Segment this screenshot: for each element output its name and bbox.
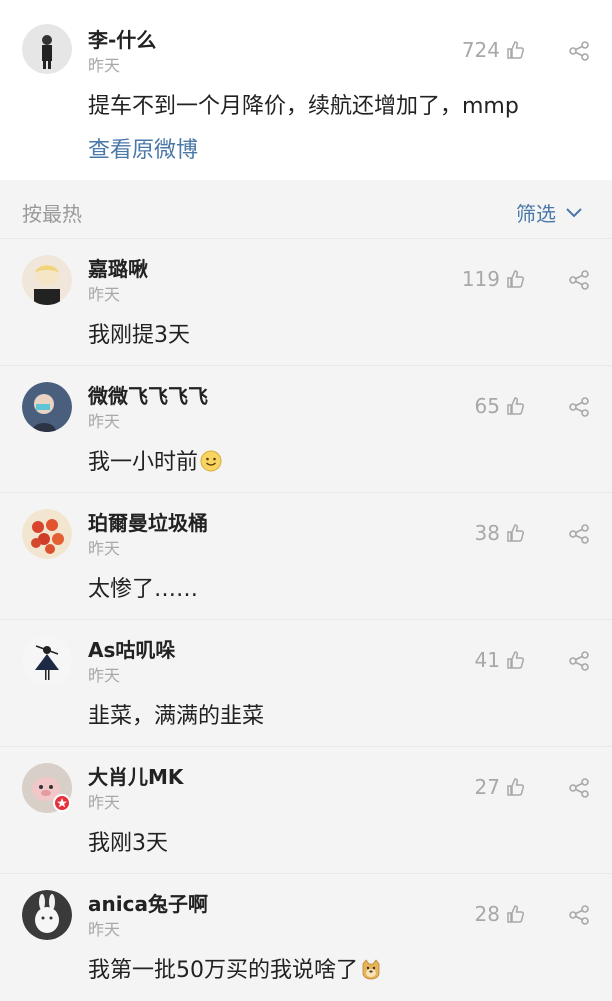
comment-item: 微微飞飞飞飞 昨天 65 我一小时前	[0, 366, 612, 493]
comment-username[interactable]: As咕叽哚	[88, 634, 175, 663]
smile-emoji-icon	[200, 450, 222, 472]
thumbs-up-icon	[507, 270, 525, 288]
comment-item: 大肖儿MK 昨天 27 我刚3天	[0, 747, 612, 874]
share-icon[interactable]	[568, 777, 590, 799]
avatar[interactable]	[22, 509, 72, 559]
sort-label[interactable]: 按最热	[22, 198, 82, 227]
comment-username[interactable]: anica兔子啊	[88, 888, 208, 917]
comment-text: 我一小时前	[88, 450, 199, 475]
comment-content: 我刚3天	[88, 831, 168, 856]
thumbs-up-icon	[507, 905, 525, 923]
avatar[interactable]	[22, 24, 72, 74]
like-count: 27	[474, 775, 500, 799]
share-icon[interactable]	[568, 40, 590, 62]
original-post: 李-什么 昨天 724 提车不到一个月降价，续航还增加了，mmp 查看原微博	[0, 0, 612, 180]
like-count: 38	[474, 521, 500, 545]
comment-item: anica兔子啊 昨天 28 我第一批50万买的我说啥了	[0, 874, 612, 1001]
like-count: 65	[474, 394, 500, 418]
thumbs-up-icon	[507, 778, 525, 796]
comment-username[interactable]: 珀爾曼垃圾桶	[88, 507, 208, 536]
like-button[interactable]: 41	[475, 648, 526, 672]
comment-username[interactable]: 微微飞飞飞飞	[88, 380, 208, 409]
post-username[interactable]: 李-什么	[88, 24, 156, 53]
like-button[interactable]: 28	[475, 902, 526, 926]
like-count: 28	[474, 902, 500, 926]
comment-time: 昨天	[88, 285, 121, 304]
post-content: 提车不到一个月降价，续航还增加了，mmp	[88, 94, 519, 119]
thumbs-up-icon	[507, 41, 525, 59]
like-button[interactable]: 119	[462, 267, 526, 291]
share-icon[interactable]	[568, 904, 590, 926]
share-icon[interactable]	[568, 523, 590, 545]
comment-username[interactable]: 嘉璐啾	[88, 253, 148, 282]
comment-time: 昨天	[88, 539, 121, 558]
comment-content: 韭菜，满满的韭菜	[88, 704, 265, 729]
like-button[interactable]: 65	[475, 394, 526, 418]
avatar[interactable]	[22, 763, 72, 813]
like-count: 724	[461, 38, 500, 62]
comment-content: 我第一批50万买的我说啥了	[88, 952, 382, 984]
comment-content: 我刚提3天	[88, 323, 190, 348]
sort-bar: 按最热 筛选	[0, 180, 612, 239]
comment-time: 昨天	[88, 793, 121, 812]
avatar[interactable]	[22, 636, 72, 686]
thumbs-up-icon	[507, 651, 525, 669]
avatar[interactable]	[22, 382, 72, 432]
comment-text: 我第一批50万买的我说啥了	[88, 958, 358, 983]
comment-item: 嘉璐啾 昨天 119 我刚提3天	[0, 239, 612, 366]
filter-label: 筛选	[516, 202, 556, 226]
like-count: 119	[461, 267, 500, 291]
share-icon[interactable]	[568, 650, 590, 672]
like-button[interactable]: 27	[475, 775, 526, 799]
comment-time: 昨天	[88, 666, 121, 685]
like-count: 41	[474, 648, 500, 672]
doge-emoji-icon	[362, 959, 380, 980]
comment-content: 太惨了……	[88, 577, 199, 602]
comment-time: 昨天	[88, 920, 121, 939]
view-original-link[interactable]: 查看原微博	[88, 132, 198, 164]
thumbs-up-icon	[507, 397, 525, 415]
share-icon[interactable]	[568, 396, 590, 418]
comment-item: As咕叽哚 昨天 41 韭菜，满满的韭菜	[0, 620, 612, 747]
filter-button[interactable]: 筛选	[516, 198, 582, 227]
comment-content: 我一小时前	[88, 444, 222, 476]
comment-time: 昨天	[88, 412, 121, 431]
chevron-down-icon	[566, 207, 582, 217]
share-icon[interactable]	[568, 269, 590, 291]
comment-username[interactable]: 大肖儿MK	[88, 761, 183, 790]
thumbs-up-icon	[507, 524, 525, 542]
comment-item: 珀爾曼垃圾桶 昨天 38 太惨了……	[0, 493, 612, 620]
like-button[interactable]: 724	[462, 38, 526, 62]
avatar[interactable]	[22, 255, 72, 305]
post-time: 昨天	[88, 56, 121, 75]
avatar[interactable]	[22, 890, 72, 940]
like-button[interactable]: 38	[475, 521, 526, 545]
